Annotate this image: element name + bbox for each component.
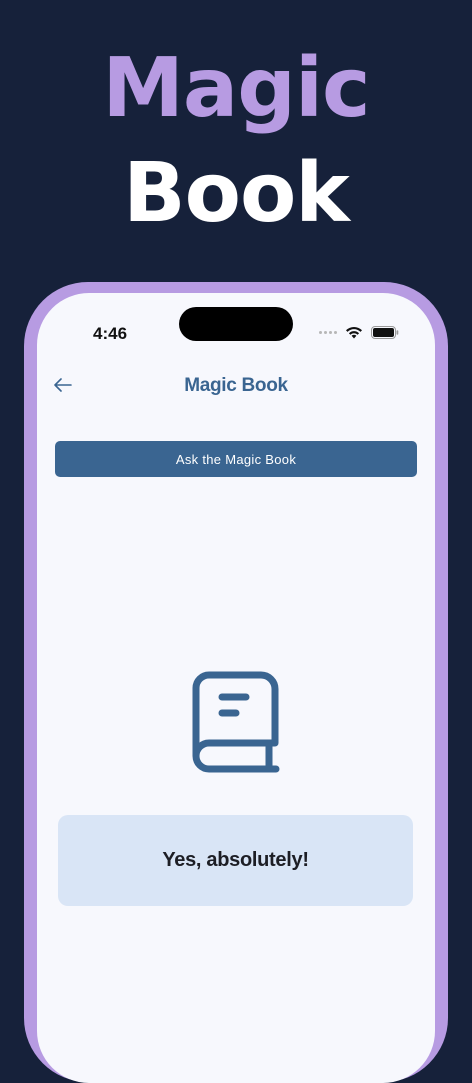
answer-text: Yes, absolutely! [162, 849, 309, 871]
signal-dots-icon [319, 331, 337, 334]
wifi-icon [346, 326, 362, 339]
status-icons [319, 326, 399, 339]
phone-frame: 4:46 Magic Book Ask the Magic Book Yes, … [24, 282, 448, 1083]
dynamic-island [179, 307, 293, 341]
page-title: Magic Book [184, 375, 288, 396]
promo-title-magic: Magic [102, 41, 370, 136]
book-icon [192, 671, 280, 773]
app-screen: 4:46 Magic Book Ask the Magic Book Yes, … [37, 293, 435, 1083]
nav-bar: Magic Book [37, 363, 435, 409]
promo-title-book: Book [123, 146, 350, 241]
answer-card: Yes, absolutely! [58, 815, 413, 906]
battery-icon [371, 326, 399, 339]
status-time: 4:46 [93, 324, 128, 343]
ask-magic-book-button[interactable]: Ask the Magic Book [55, 441, 417, 477]
